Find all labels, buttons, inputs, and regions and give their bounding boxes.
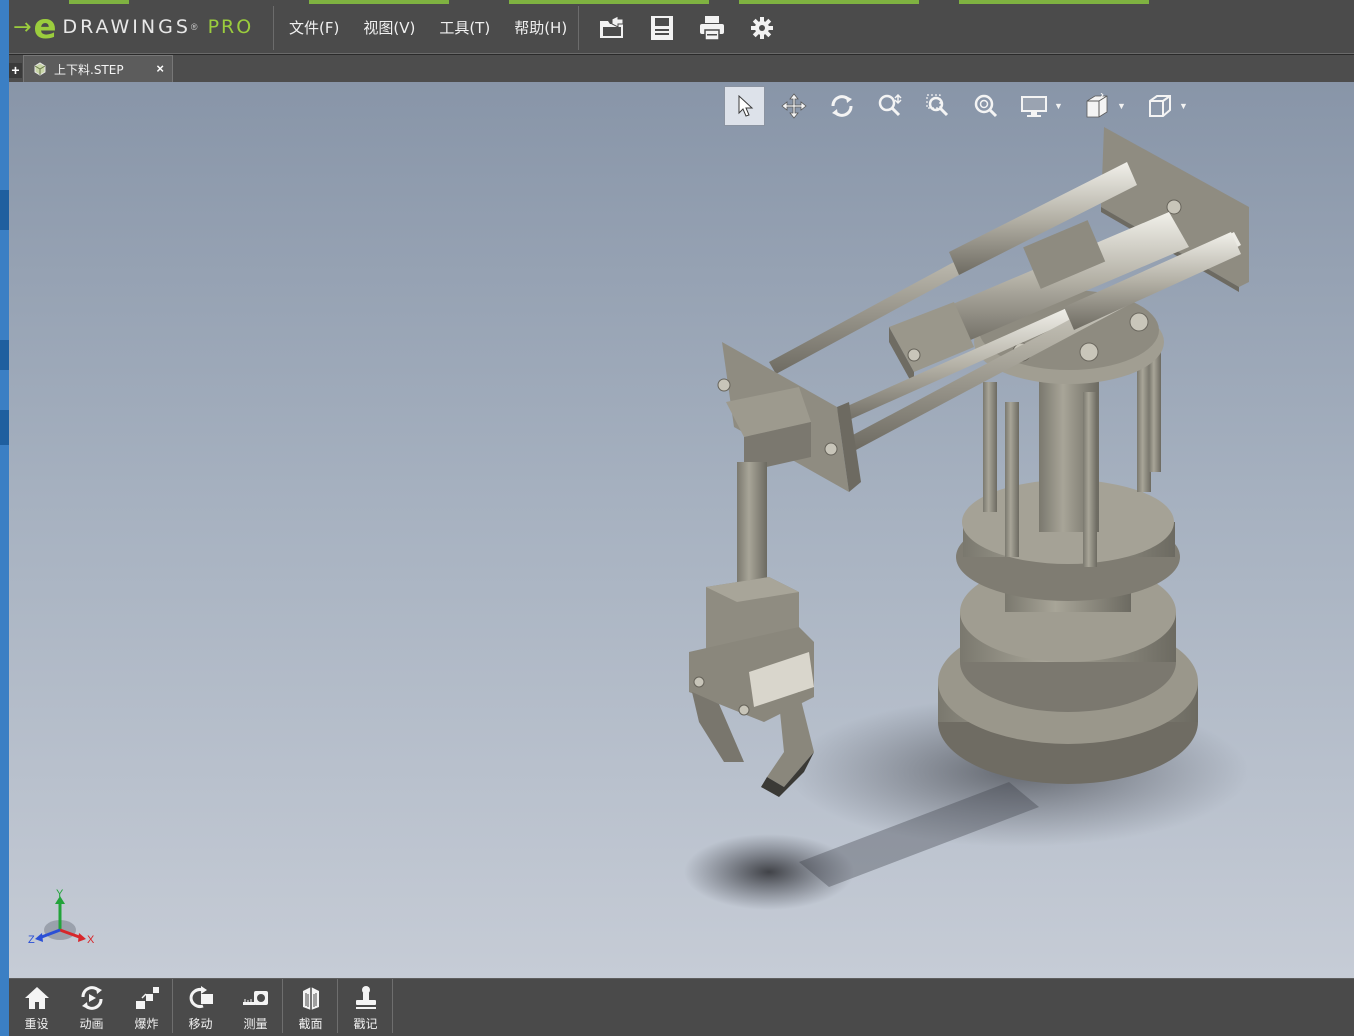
view-orientation-button[interactable]: ▼ [1073, 86, 1136, 126]
chevron-down-icon: ▼ [1117, 101, 1126, 111]
menu-file[interactable]: 文件(F) [277, 17, 351, 38]
animate-button[interactable]: 动画 [64, 979, 119, 1033]
measure-label: 测量 [243, 1017, 268, 1031]
axis-triad: Y X Z [28, 888, 95, 946]
logo-pro: PRO [207, 16, 254, 38]
tab-document[interactable]: 上下料.STEP × [23, 55, 173, 82]
standard-view-cube-icon [1149, 95, 1172, 117]
reset-label: 重设 [24, 1017, 49, 1031]
zoom-fit-icon [974, 94, 998, 118]
animate-icon [81, 986, 102, 1010]
zoom-icon [878, 93, 902, 117]
stamp-icon [355, 986, 376, 1009]
zoom-fit-button[interactable] [962, 86, 1010, 126]
logo-e-mark: e [33, 7, 57, 47]
title-menu-bar: → e DRAWINGS ® PRO 文件(F) 视图(V) 工具(T) 帮助(… [9, 0, 1354, 54]
explode-icon [135, 987, 159, 1009]
menu-help[interactable]: 帮助(H) [502, 17, 579, 38]
pan-move-icon [781, 93, 807, 119]
display-style-button[interactable]: ▼ [1010, 86, 1073, 126]
new-tab-button[interactable]: + [9, 63, 22, 78]
tab-label: 上下料.STEP [54, 62, 124, 77]
save-button[interactable] [637, 8, 687, 48]
measure-icon [242, 991, 268, 1005]
logo-name: DRAWINGS [62, 16, 191, 38]
view-toolbar: ▼ ▼ ▼ [724, 86, 1199, 126]
animate-label: 动画 [79, 1017, 104, 1031]
menu-tools[interactable]: 工具(T) [427, 17, 502, 38]
view-orientation-icon [1086, 93, 1108, 118]
move-label: 移动 [188, 1017, 213, 1031]
settings-gear-icon [751, 17, 773, 39]
section-label: 截面 [298, 1017, 323, 1031]
section-icon [302, 987, 319, 1010]
move-component-icon [189, 986, 213, 1008]
explode-button[interactable]: 爆炸 [119, 979, 174, 1033]
chevron-down-icon: ▼ [1054, 101, 1063, 111]
desktop-edge-strip [0, 0, 9, 1036]
print-icon [700, 16, 724, 41]
quick-actions [587, 8, 787, 48]
reset-button[interactable]: 重设 [9, 979, 64, 1033]
select-pointer-icon [738, 95, 753, 117]
divider [273, 6, 274, 50]
gripper-assembly [689, 462, 814, 797]
rotate-icon [831, 95, 853, 117]
home-reset-icon [24, 987, 49, 1009]
menu-view[interactable]: 视图(V) [351, 17, 427, 38]
measure-button[interactable]: 测量 [228, 979, 283, 1033]
zoom-area-icon [926, 94, 949, 117]
part-file-icon [34, 62, 46, 76]
bottom-toolbar: 重设 动画 爆炸 移动 测量 截面 戳记 [9, 978, 1354, 1036]
stamp-button[interactable]: 戳记 [338, 979, 393, 1033]
print-button[interactable] [687, 8, 737, 48]
divider [392, 979, 393, 1033]
save-icon [651, 16, 673, 40]
standard-views-button[interactable]: ▼ [1136, 86, 1199, 126]
tab-close-button[interactable]: × [156, 61, 164, 76]
triad-y-label: Y [56, 888, 64, 900]
explode-label: 爆炸 [134, 1017, 159, 1031]
settings-button[interactable] [737, 8, 787, 48]
display-style-icon [1021, 96, 1048, 117]
chevron-down-icon: ▼ [1179, 101, 1188, 111]
move-button[interactable]: 移动 [173, 979, 228, 1033]
pan-tool-button[interactable] [770, 86, 818, 126]
open-folder-icon [600, 15, 624, 38]
triad-z-label: Z [28, 934, 35, 946]
stamp-label: 戳记 [353, 1017, 378, 1031]
robot-arm-model [684, 127, 1249, 910]
section-button[interactable]: 截面 [283, 979, 338, 1033]
main-menu: 文件(F) 视图(V) 工具(T) 帮助(H) [277, 0, 579, 54]
open-button[interactable] [587, 8, 637, 48]
logo-arrow-icon: → [13, 14, 32, 40]
document-tab-bar: + 上下料.STEP × [9, 55, 1354, 82]
zoom-area-button[interactable] [914, 86, 962, 126]
select-tool-button[interactable] [724, 86, 765, 126]
edrawings-logo: → e DRAWINGS ® PRO [13, 7, 254, 47]
rotate-tool-button[interactable] [818, 86, 866, 126]
zoom-tool-button[interactable] [866, 86, 914, 126]
divider [578, 6, 579, 50]
triad-x-label: X [87, 934, 95, 946]
model-viewport[interactable]: ▼ ▼ ▼ Y X Z [9, 82, 1354, 978]
